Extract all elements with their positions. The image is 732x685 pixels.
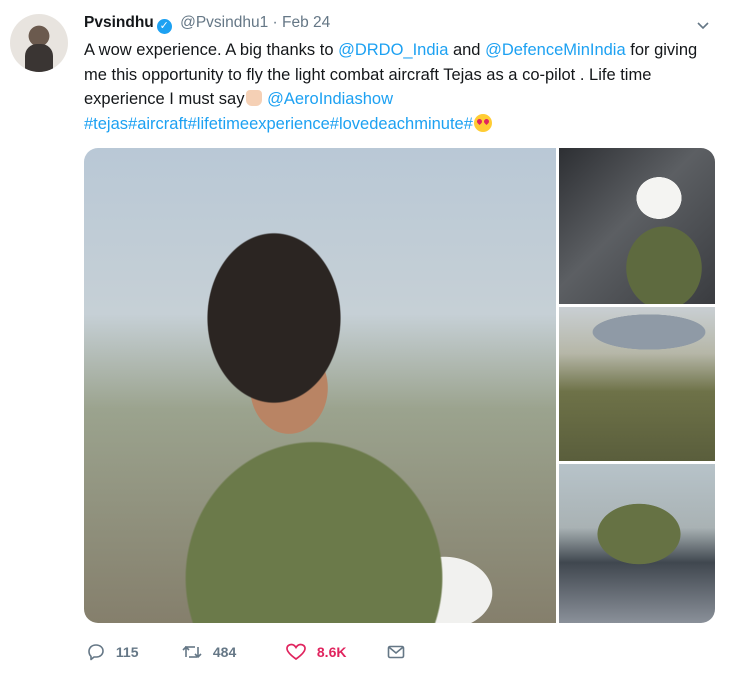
photo-cockpit[interactable] — [559, 148, 715, 304]
media-grid — [84, 148, 715, 623]
photo-waving[interactable] — [559, 464, 715, 623]
tweet-header: Pvsindhu ✓ @Pvsindhu1 · Feb 24 — [84, 14, 330, 34]
display-name[interactable]: Pvsindhu — [84, 14, 154, 31]
folded-hands-emoji-icon — [245, 90, 262, 106]
heart-icon — [285, 643, 311, 661]
tweet: Pvsindhu ✓ @Pvsindhu1 · Feb 24 A wow expe… — [0, 0, 732, 685]
chevron-down-icon[interactable] — [696, 18, 710, 32]
tweet-text-part: and — [448, 41, 486, 59]
like-count: 8.6K — [316, 644, 347, 661]
separator-dot: · — [272, 14, 278, 31]
mention-link[interactable]: @DRDO_India — [338, 41, 448, 59]
like-button[interactable]: 8.6K — [285, 636, 346, 666]
tweet-text: A wow experience. A big thanks to @DRDO_… — [84, 38, 724, 136]
photo-main[interactable] — [84, 148, 556, 623]
verified-badge-icon: ✓ — [156, 19, 172, 34]
mention-link[interactable]: @AeroIndiashow — [267, 90, 393, 108]
retweet-count: 484 — [212, 644, 237, 661]
reply-count: 115 — [115, 644, 139, 661]
avatar[interactable] — [10, 14, 68, 72]
retweet-icon — [181, 643, 207, 659]
retweet-button[interactable]: 484 — [181, 636, 236, 666]
mention-link[interactable]: @DefenceMinIndia — [485, 41, 626, 59]
tweet-text-part: A wow experience. A big thanks to — [84, 41, 339, 59]
heart-eyes-emoji-icon — [473, 113, 492, 132]
envelope-icon — [386, 643, 406, 659]
action-bar: 115 484 8.6K — [84, 636, 724, 666]
user-handle[interactable]: @Pvsindhu1 — [180, 14, 268, 31]
hashtags-link[interactable]: #tejas#aircraft#lifetimeexperience#loved… — [84, 115, 473, 133]
tweet-date[interactable]: Feb 24 — [282, 14, 330, 31]
photo-group[interactable] — [559, 307, 715, 461]
reply-button[interactable]: 115 — [86, 636, 138, 666]
direct-message-button[interactable] — [386, 636, 406, 666]
reply-icon — [86, 643, 110, 661]
